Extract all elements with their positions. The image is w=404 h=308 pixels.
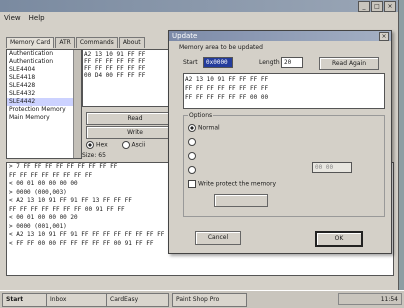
length-label: Length <box>259 59 280 66</box>
write-protect-option: Write protect the memory <box>188 180 276 188</box>
size-label: Size: 65 <box>82 152 106 159</box>
hex-row: A2 13 10 91 FF FF FF FF <box>185 76 269 83</box>
dialog-subtitle: Memory area to be updated <box>179 44 263 51</box>
list-item[interactable]: SLE4404 <box>7 66 81 74</box>
start-button[interactable]: Start <box>2 293 47 307</box>
list-item[interactable]: Authentication <box>7 58 81 66</box>
main-title-bar: _ □ × <box>0 0 398 12</box>
hex-radio[interactable] <box>86 141 94 149</box>
menu-view[interactable]: View <box>4 14 21 24</box>
taskbar-item-inbox[interactable]: Inbox <box>46 293 107 307</box>
list-item[interactable]: SLE4432 <box>7 90 81 98</box>
normal-radio[interactable] <box>188 124 196 132</box>
cancel-button[interactable]: Cancel <box>195 231 241 245</box>
start-field[interactable]: 0x0000 <box>203 57 233 68</box>
menu-help[interactable]: Help <box>29 14 45 24</box>
list-item[interactable]: SLE4418 <box>7 74 81 82</box>
ascii-radio[interactable] <box>121 141 130 149</box>
list-item[interactable]: Authentication <box>7 50 81 58</box>
option-radio-3[interactable] <box>188 152 198 160</box>
start-label: Start <box>183 59 198 66</box>
dialog-hex-editor[interactable]: A2 13 10 91 FF FF FF FF FF FF FF FF FF F… <box>183 73 385 109</box>
tab-memory-card[interactable]: Memory Card <box>6 37 55 48</box>
tab-about[interactable]: About <box>118 37 145 48</box>
normal-option: Normal <box>188 124 220 132</box>
list-item[interactable]: SLE4428 <box>7 82 81 90</box>
length-field[interactable]: 20 <box>281 57 303 68</box>
system-tray-clock: 11:54 <box>338 293 402 305</box>
list-scrollbar[interactable] <box>73 50 81 158</box>
hex-row: FF FF FF FF FF FF FF FF <box>185 85 269 92</box>
tab-atr[interactable]: ATR <box>55 37 75 48</box>
maximize-icon[interactable]: □ <box>371 1 383 12</box>
format-radios: Hex Ascii <box>86 141 145 149</box>
list-item-selected[interactable]: SLE4442 <box>7 98 81 106</box>
taskbar: Start Inbox CardEasy Paint Shop Pro 11:5… <box>0 290 404 308</box>
minimize-icon[interactable]: _ <box>358 1 370 12</box>
ok-button[interactable]: OK <box>315 231 363 247</box>
write-protect-label: Write protect the memory <box>198 180 276 188</box>
dialog-close-icon[interactable]: × <box>379 32 389 41</box>
tab-strip: Memory Card ATR Commands About <box>6 37 146 48</box>
close-icon[interactable]: × <box>384 1 396 12</box>
options-group: Options Normal 00 00 Write protect the m… <box>183 112 385 217</box>
dialog-title: Update <box>169 31 391 41</box>
option-radio-2[interactable] <box>188 138 198 146</box>
options-label: Options <box>188 112 214 119</box>
normal-label: Normal <box>198 124 220 132</box>
option-value-field[interactable]: 00 00 <box>312 162 352 173</box>
menu-bar: View Help <box>0 14 45 24</box>
hex-row: FF FF FF FF FF FF 00 00 <box>185 94 269 101</box>
tab-commands[interactable]: Commands <box>75 37 118 48</box>
read-again-button[interactable]: Read Again <box>319 57 379 70</box>
ascii-label: Ascii <box>131 141 146 149</box>
card-type-list[interactable]: Authentication Authentication SLE4404 SL… <box>6 49 82 159</box>
hex-label: Hex <box>96 141 108 149</box>
list-item[interactable]: Main Memory <box>7 114 81 122</box>
taskbar-item-cardeasy[interactable]: CardEasy <box>106 293 169 307</box>
option-button[interactable] <box>214 194 268 207</box>
write-protect-checkbox[interactable] <box>188 180 196 188</box>
update-dialog: Update × Memory area to be updated Start… <box>168 30 392 254</box>
list-item[interactable]: Protection Memory <box>7 106 81 114</box>
option-radio-4[interactable] <box>188 166 198 174</box>
taskbar-item-paint-shop-pro[interactable]: Paint Shop Pro <box>172 293 247 307</box>
